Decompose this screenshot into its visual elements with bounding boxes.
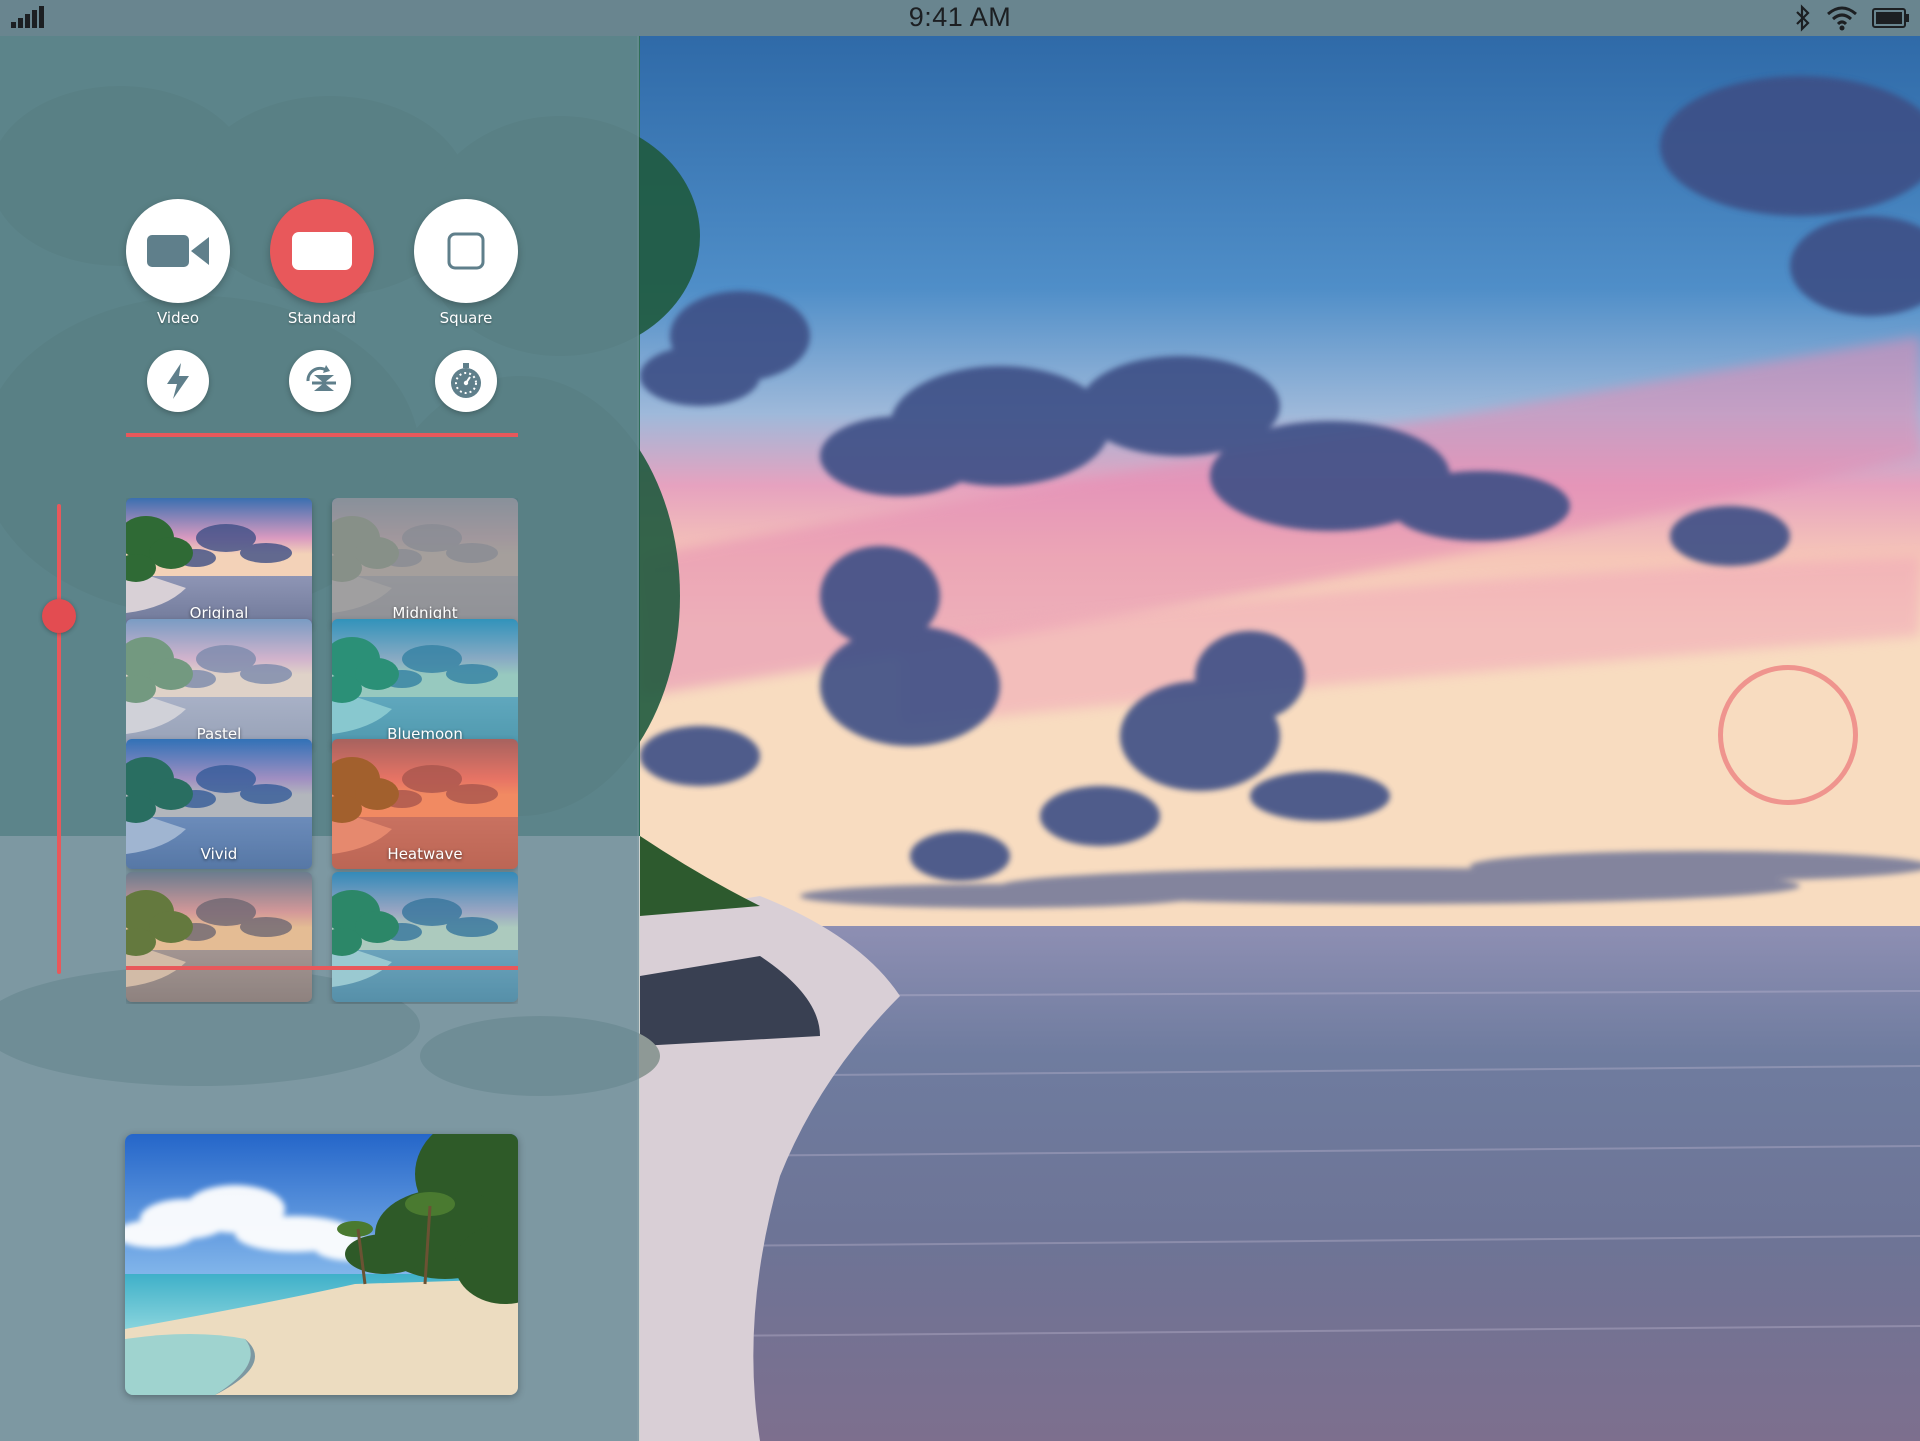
camera-controls-panel: Video Standard Square Original Midnight … bbox=[0, 36, 639, 1441]
bluetooth-icon bbox=[1796, 4, 1810, 32]
flash-icon bbox=[167, 363, 189, 399]
switch-camera-icon bbox=[306, 365, 336, 391]
switch-camera-button[interactable] bbox=[289, 350, 351, 412]
filters-bottom-divider bbox=[126, 966, 518, 970]
mode-label: Video bbox=[156, 309, 200, 327]
rectangle-icon bbox=[292, 232, 352, 270]
filter-thumbnail[interactable]: Heatwave bbox=[332, 739, 518, 869]
status-time: 9:41 AM bbox=[908, 2, 1012, 32]
filter-thumbnail[interactable]: Midnight bbox=[332, 498, 518, 628]
focus-ring bbox=[1718, 665, 1858, 805]
last-photo-thumbnail[interactable] bbox=[125, 1134, 518, 1395]
timer-button[interactable] bbox=[435, 350, 497, 412]
filter-thumbnail[interactable]: Pastel bbox=[126, 619, 312, 749]
filter-thumbnail[interactable] bbox=[126, 872, 312, 1002]
timer-icon bbox=[451, 363, 481, 398]
filter-label: Vivid bbox=[200, 845, 238, 863]
flash-button[interactable] bbox=[147, 350, 209, 412]
mode-video[interactable]: Video bbox=[126, 199, 230, 327]
battery-icon bbox=[1872, 8, 1909, 28]
filter-thumbnail[interactable] bbox=[332, 872, 518, 1002]
slider-knob[interactable] bbox=[42, 598, 76, 633]
mode-label: Square bbox=[439, 309, 493, 327]
mode-label: Standard bbox=[287, 309, 357, 327]
filter-preview-image bbox=[126, 872, 312, 1002]
video-mode-button[interactable] bbox=[126, 199, 230, 303]
video-camera-icon bbox=[147, 235, 209, 267]
mode-square[interactable]: Square bbox=[414, 199, 518, 327]
filter-thumbnail[interactable]: Original bbox=[126, 498, 312, 628]
square-mode-button[interactable] bbox=[414, 199, 518, 303]
status-bar: 9:41 AM bbox=[0, 0, 1920, 36]
wifi-icon bbox=[1827, 6, 1857, 31]
filter-list[interactable]: Original Midnight Pastel Bluemoon Vivid Heatw… bbox=[126, 498, 518, 1004]
filter-thumbnail[interactable]: Vivid bbox=[126, 739, 312, 869]
filter-label: Heatwave bbox=[387, 845, 463, 863]
square-icon bbox=[447, 232, 485, 270]
filter-preview-image bbox=[332, 872, 518, 1002]
standard-mode-button[interactable] bbox=[270, 199, 374, 303]
filters-top-divider bbox=[126, 433, 518, 437]
filter-intensity-slider[interactable] bbox=[57, 504, 61, 974]
mode-standard[interactable]: Standard bbox=[270, 199, 374, 327]
filter-thumbnail[interactable]: Bluemoon bbox=[332, 619, 518, 749]
